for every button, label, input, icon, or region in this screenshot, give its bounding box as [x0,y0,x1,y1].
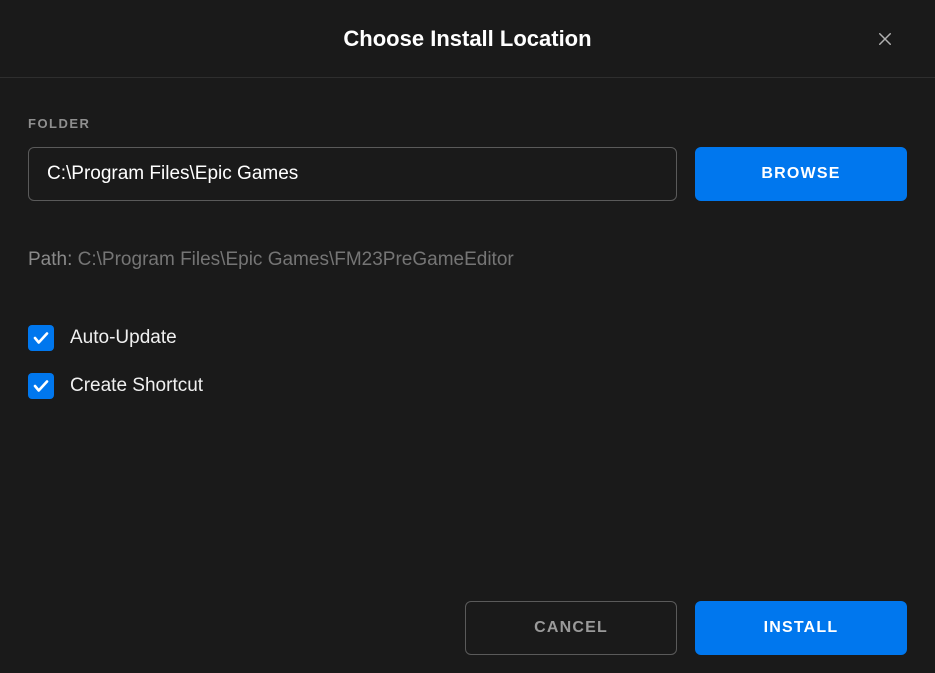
checkmark-icon [32,377,50,395]
create-shortcut-label: Create Shortcut [70,375,203,397]
create-shortcut-checkbox[interactable] [28,373,54,399]
dialog-content: FOLDER BROWSE Path: C:\Program Files\Epi… [0,78,935,601]
folder-field-label: FOLDER [28,116,907,131]
dialog-header: Choose Install Location [0,0,935,78]
create-shortcut-option[interactable]: Create Shortcut [28,373,907,399]
close-icon [876,30,894,48]
path-value: C:\Program Files\Epic Games\FM23PreGameE… [78,249,514,270]
install-button[interactable]: INSTALL [695,601,907,655]
dialog-footer: CANCEL INSTALL [0,601,935,673]
path-label: Path: [28,249,72,270]
folder-input-row: BROWSE [28,147,907,201]
checkmark-icon [32,329,50,347]
install-path-line: Path: C:\Program Files\Epic Games\FM23Pr… [28,249,907,271]
install-location-dialog: Choose Install Location FOLDER BROWSE Pa… [0,0,935,673]
auto-update-option[interactable]: Auto-Update [28,325,907,351]
browse-button[interactable]: BROWSE [695,147,907,201]
options-group: Auto-Update Create Shortcut [28,325,907,399]
cancel-button[interactable]: CANCEL [465,601,677,655]
folder-input[interactable] [28,147,677,201]
auto-update-label: Auto-Update [70,327,177,349]
auto-update-checkbox[interactable] [28,325,54,351]
close-button[interactable] [873,27,897,51]
dialog-title: Choose Install Location [343,26,591,52]
